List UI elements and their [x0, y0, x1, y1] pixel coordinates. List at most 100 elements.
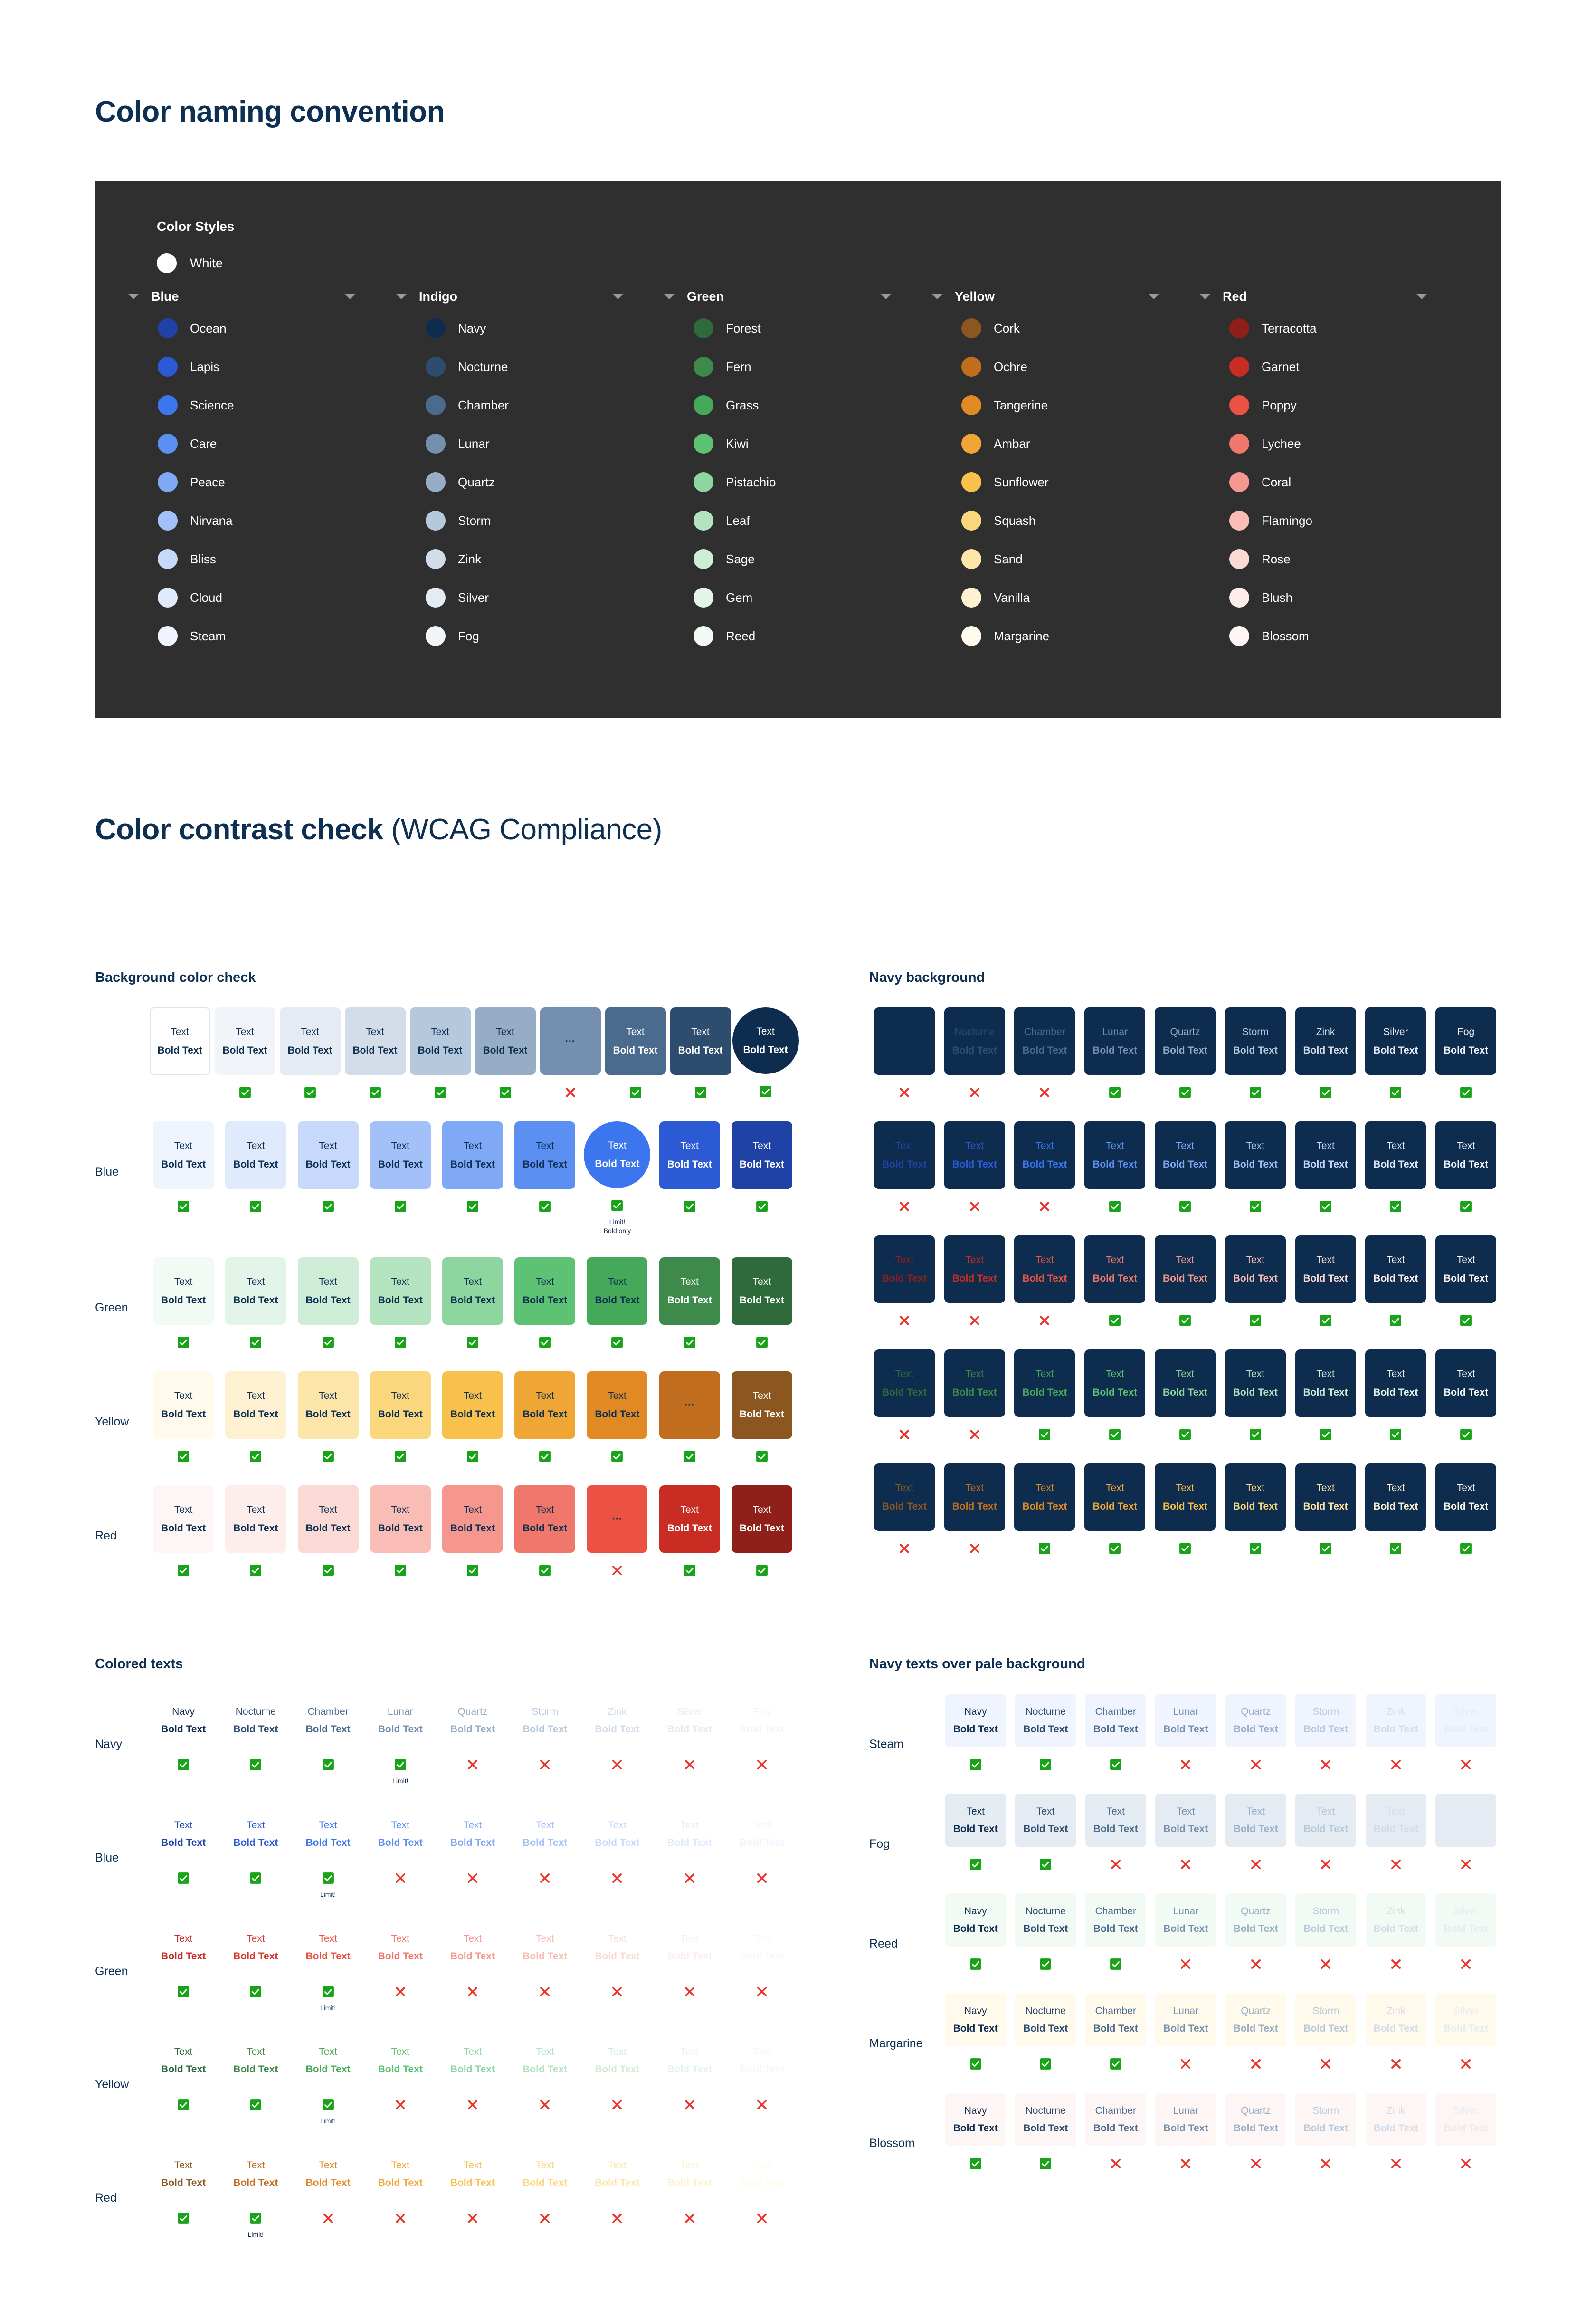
- color-chip[interactable]: Text Bold Text: [153, 1371, 214, 1439]
- color-chip[interactable]: Lunar Bold Text: [1084, 1007, 1146, 1075]
- contrast-cell[interactable]: Text Bold Text: [219, 1257, 292, 1349]
- swatch-item-chamber[interactable]: Chamber: [426, 395, 650, 415]
- contrast-cell[interactable]: Text Bold Text: [219, 2034, 292, 2126]
- swatch-item-sage[interactable]: Sage: [694, 549, 918, 569]
- swatch-item-fog[interactable]: Fog: [426, 626, 650, 646]
- swatch-item-cork[interactable]: Cork: [961, 318, 1186, 338]
- contrast-cell[interactable]: Zink Bold Text: [1361, 1993, 1431, 2071]
- color-chip[interactable]: Text Bold Text: [370, 1121, 431, 1189]
- contrast-cell[interactable]: Zink Bold Text: [1361, 2092, 1431, 2171]
- swatch-item-silver[interactable]: Silver: [426, 588, 650, 608]
- color-chip[interactable]: Text Bold Text: [344, 1007, 406, 1075]
- color-chip[interactable]: Text Bold Text: [1435, 1235, 1497, 1303]
- contrast-cell[interactable]: Text Bold Text Limit!: [292, 1807, 364, 1899]
- pale-chip[interactable]: Navy Bold Text: [945, 1693, 1006, 1747]
- palette-group-header[interactable]: Indigo: [396, 289, 650, 304]
- contrast-cell[interactable]: Text Bold Text: [1360, 1235, 1431, 1328]
- contrast-cell[interactable]: Lunar Bold Text: [1151, 2092, 1221, 2171]
- color-chip[interactable]: Text Bold Text: [149, 1007, 210, 1075]
- contrast-cell[interactable]: Text Bold Text: [147, 1807, 219, 1899]
- color-chip[interactable]: Text Bold Text: [670, 1007, 731, 1075]
- contrast-cell[interactable]: Text Bold Text: [437, 1807, 509, 1899]
- contrast-cell[interactable]: Zink Bold Text: [581, 1694, 653, 1786]
- contrast-cell[interactable]: Text Bold Text: [869, 1463, 940, 1556]
- contrast-cell[interactable]: Chamber Bold Text: [1081, 1993, 1151, 2071]
- contrast-cell[interactable]: Text Bold Text: [364, 1485, 437, 1577]
- contrast-cell[interactable]: Text Bold Text: [1291, 1793, 1361, 1872]
- palette-group-header[interactable]: Red: [1200, 289, 1454, 304]
- contrast-cell[interactable]: Chamber Bold Text: [1081, 1693, 1151, 1772]
- contrast-cell[interactable]: ···: [581, 1485, 653, 1577]
- contrast-cell[interactable]: Text Bold Text: [726, 1371, 798, 1463]
- contrast-cell[interactable]: Lunar Bold Text: [1080, 1007, 1150, 1100]
- pale-chip[interactable]: Text Bold Text: [1015, 1793, 1076, 1847]
- contrast-cell[interactable]: Text Bold Text: [654, 1485, 726, 1577]
- contrast-cell[interactable]: Storm Bold Text: [509, 1694, 581, 1786]
- pale-chip[interactable]: Nocturne Bold Text: [1015, 1993, 1076, 2046]
- color-chip[interactable]: Text Bold Text: [1014, 1463, 1075, 1531]
- color-chip[interactable]: Text Bold Text: [297, 1257, 359, 1325]
- color-chip[interactable]: Text Bold Text: [225, 1485, 286, 1553]
- color-chip[interactable]: Text Bold Text: [1225, 1463, 1286, 1531]
- swatch-item-garnet[interactable]: Garnet: [1229, 357, 1454, 377]
- palette-group-header[interactable]: Yellow: [932, 289, 1186, 304]
- contrast-cell[interactable]: Nocturne Bold Text: [1011, 2092, 1081, 2171]
- color-chip[interactable]: Text Bold Text: [1435, 1121, 1497, 1189]
- pale-chip[interactable]: Storm Bold Text: [1295, 1893, 1357, 1947]
- color-chip[interactable]: Text Bold Text: [944, 1463, 1005, 1531]
- contrast-cell[interactable]: Text Bold Text Limit!: [219, 2147, 292, 2239]
- contrast-cell[interactable]: Silver Bold Text: [1431, 1993, 1501, 2071]
- swatch-item-squash[interactable]: Squash: [961, 511, 1186, 531]
- contrast-cell[interactable]: Text Bold Text: [940, 1793, 1011, 1872]
- swatch-item-care[interactable]: Care: [158, 434, 382, 454]
- contrast-cell[interactable]: Text Bold Text: [364, 1257, 437, 1349]
- swatch-item-coral[interactable]: Coral: [1229, 472, 1454, 492]
- pale-chip[interactable]: Nocturne Bold Text: [1015, 1893, 1076, 1947]
- color-chip[interactable]: Text Bold Text: [731, 1257, 792, 1325]
- color-chip[interactable]: Text Bold Text: [1155, 1235, 1216, 1303]
- swatch-item-grass[interactable]: Grass: [694, 395, 918, 415]
- contrast-cell[interactable]: Text Bold Text: [654, 1921, 726, 2013]
- contrast-cell[interactable]: Text Bold Text: [1080, 1463, 1150, 1556]
- chevron-down-icon[interactable]: [613, 294, 623, 299]
- color-chip[interactable]: Text Bold Text: [1295, 1463, 1356, 1531]
- color-chip[interactable]: Text Bold Text: [874, 1121, 935, 1189]
- color-chip[interactable]: [874, 1007, 935, 1075]
- color-chip[interactable]: Text Bold Text: [1365, 1349, 1426, 1417]
- contrast-cell[interactable]: Text Bold Text: [869, 1235, 940, 1328]
- color-chip[interactable]: Text Bold Text: [1014, 1235, 1075, 1303]
- color-chip[interactable]: Text Bold Text: [874, 1463, 935, 1531]
- contrast-cell[interactable]: Text Bold Text: [342, 1007, 408, 1100]
- contrast-cell[interactable]: Text Bold Text: [654, 2034, 726, 2126]
- contrast-cell[interactable]: Text Bold Text: [292, 1257, 364, 1349]
- color-chip[interactable]: Text Bold Text: [370, 1485, 431, 1553]
- pale-chip[interactable]: Zink Bold Text: [1365, 1693, 1426, 1747]
- contrast-cell[interactable]: Text Bold Text: [437, 1121, 509, 1235]
- contrast-cell[interactable]: Text Bold Text: [408, 1007, 473, 1100]
- contrast-cell[interactable]: Text Bold Text: [147, 2034, 219, 2126]
- contrast-cell[interactable]: Text Bold Text: [1080, 1235, 1150, 1328]
- color-chip[interactable]: Text Bold Text: [874, 1349, 935, 1417]
- contrast-cell[interactable]: Text Bold Text: [726, 1257, 798, 1349]
- contrast-cell[interactable]: Text Bold Text: [1150, 1121, 1220, 1214]
- color-chip[interactable]: Text Bold Text: [514, 1485, 576, 1553]
- swatch-item-peace[interactable]: Peace: [158, 472, 382, 492]
- color-chip[interactable]: Storm Bold Text: [1225, 1007, 1286, 1075]
- color-chip[interactable]: Text Bold Text: [1014, 1121, 1075, 1189]
- color-chip[interactable]: Text Bold Text: [514, 1257, 576, 1325]
- contrast-cell[interactable]: Text Bold Text Limit!: [292, 1921, 364, 2013]
- chevron-down-icon[interactable]: [932, 294, 942, 299]
- pale-chip[interactable]: Navy Bold Text: [945, 1993, 1006, 2046]
- color-chip[interactable]: Text Bold Text: [1084, 1463, 1146, 1531]
- contrast-cell[interactable]: Text Bold Text: [473, 1007, 538, 1100]
- contrast-cell[interactable]: Text Bold Text: [509, 1121, 581, 1235]
- pale-chip[interactable]: Chamber Bold Text: [1085, 1993, 1146, 2046]
- contrast-cell[interactable]: Text Bold Text: [726, 1921, 798, 2013]
- chevron-down-icon[interactable]: [1416, 294, 1427, 299]
- pale-chip[interactable]: Navy Bold Text: [945, 2092, 1006, 2146]
- contrast-cell[interactable]: Text Bold Text: [147, 1121, 219, 1235]
- pale-chip[interactable]: Text Bold Text: [1155, 1793, 1216, 1847]
- contrast-cell[interactable]: Text Bold Text: [726, 2147, 798, 2239]
- color-chip[interactable]: Zink Bold Text: [1295, 1007, 1356, 1075]
- swatch-item-cloud[interactable]: Cloud: [158, 588, 382, 608]
